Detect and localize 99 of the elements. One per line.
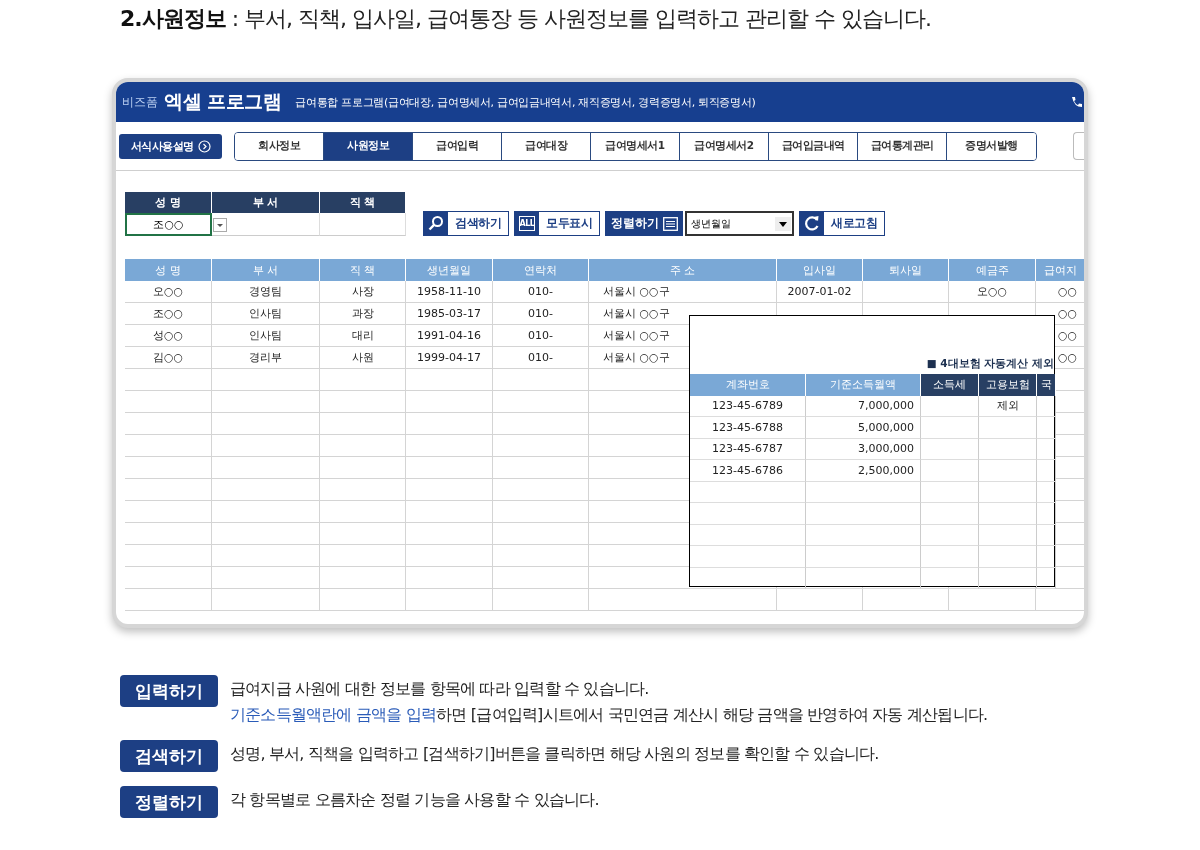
column-header: 계좌번호 — [690, 374, 806, 396]
table-cell: 조○○ — [125, 303, 212, 325]
table-cell — [921, 567, 979, 589]
table-cell: 1985-03-17 — [406, 303, 493, 325]
table-cell: 사원 — [320, 347, 406, 369]
table-cell — [921, 546, 979, 568]
table-cell: 오○○ — [125, 281, 212, 303]
table-cell: 010- — [493, 325, 589, 347]
column-header: 퇴사일 — [863, 259, 949, 281]
column-header: 연락처 — [493, 259, 589, 281]
brand-label: 비즈폼 — [122, 93, 158, 111]
show-all-button[interactable]: ALL 모두표시 — [514, 211, 600, 236]
header-cell: 직 책 — [320, 192, 406, 213]
table-cell: 경영팀 — [212, 281, 320, 303]
table-cell: 김○○ — [125, 347, 212, 369]
column-header: 입사일 — [777, 259, 863, 281]
table-cell: 오○○ — [949, 281, 1036, 303]
column-header: 직 책 — [320, 259, 406, 281]
table-cell: 123-45-6788 — [690, 417, 806, 439]
app-title: 엑셀 프로그램 — [164, 89, 282, 114]
list-icon — [663, 216, 678, 231]
table-cell: 1958-11-10 — [406, 281, 493, 303]
table-cell: 성○○ — [125, 325, 212, 347]
table-cell: 123-45-6786 — [690, 460, 806, 482]
tab[interactable]: 사원정보 — [324, 132, 413, 160]
table-cell: 3,000,000 — [806, 438, 921, 460]
column-header: 국 — [1037, 374, 1056, 396]
table-cell: 2007-01-02 — [777, 281, 863, 303]
phone-icon — [1070, 96, 1083, 108]
table-cell: 010- — [493, 281, 589, 303]
feature-label: 입력하기 — [120, 675, 218, 707]
all-icon: ALL — [515, 212, 539, 235]
table-cell: 010- — [493, 303, 589, 325]
header-cell: 부 서 — [212, 192, 320, 213]
table-cell — [921, 417, 979, 439]
description-text: 각 항목별로 오름차순 정렬 기능을 사용할 수 있습니다. — [230, 789, 599, 811]
table-cell — [921, 503, 979, 525]
table-cell — [979, 503, 1037, 525]
table-cell — [979, 481, 1037, 503]
refresh-button[interactable]: 새로고침 — [799, 211, 885, 236]
description-text: 성명, 부서, 직책을 입력하고 [검색하기]버튼을 클릭하면 해당 사원의 정보를 확인할 수 있습니다. — [230, 743, 879, 765]
search-button[interactable]: 검색하기 — [423, 211, 509, 236]
table-cell — [979, 546, 1037, 568]
position-input[interactable] — [320, 213, 406, 236]
table-cell — [979, 524, 1037, 546]
table-cell — [979, 567, 1037, 589]
table-cell — [921, 481, 979, 503]
table-cell: 1991-04-16 — [406, 325, 493, 347]
column-header: 예금주 — [949, 259, 1036, 281]
table-cell: 1999-04-17 — [406, 347, 493, 369]
table-cell — [979, 438, 1037, 460]
table-cell — [921, 524, 979, 546]
app-subtitle: 급여통합 프로그램(급여대장, 급여명세서, 급여입금내역서, 재직증명서, 경력증명서, 퇴직증명서) — [295, 94, 756, 110]
table-cell: 123-45-6789 — [690, 395, 806, 417]
column-header: 기준소득월액 — [806, 374, 921, 396]
partial-button[interactable] — [1073, 132, 1084, 160]
arrow-circle-icon — [197, 139, 211, 153]
tab[interactable]: 회사정보 — [235, 132, 324, 160]
table-cell: 인사팀 — [212, 325, 320, 347]
table-cell: 사장 — [320, 281, 406, 303]
dropdown-icon[interactable] — [213, 218, 227, 232]
sort-select[interactable]: 생년월일 — [685, 211, 794, 236]
column-header: 부 서 — [212, 259, 320, 281]
guide-button[interactable]: 서식사용설명 — [119, 133, 222, 159]
description-text: 급여지급 사원에 대한 정보를 항목에 따라 입력할 수 있습니다. — [230, 678, 650, 700]
refresh-icon — [800, 212, 824, 235]
table-cell: 7,000,000 — [806, 395, 921, 417]
section-heading: 2.사원정보 : 부서, 직책, 입사일, 급여통장 등 사원정보를 입력하고 관리할 수 있습니다. — [120, 5, 932, 33]
department-input[interactable] — [212, 213, 320, 236]
name-input[interactable]: 조○○ — [125, 213, 212, 236]
table-cell — [979, 460, 1037, 482]
sort-button[interactable]: 정렬하기 — [605, 211, 683, 236]
feature-label: 검색하기 — [120, 740, 218, 772]
table-cell — [979, 417, 1037, 439]
table-cell: 제외 — [979, 395, 1037, 417]
table-cell: ○○ — [1036, 281, 1084, 303]
table-cell: 010- — [493, 347, 589, 369]
feature-label: 정렬하기 — [120, 786, 218, 818]
column-header: 소득세 — [921, 374, 979, 396]
table-cell — [921, 460, 979, 482]
table-cell: 123-45-6787 — [690, 438, 806, 460]
description-text: 기준소득월액란에 금액을 입력하면 [급여입력]시트에서 국민연금 계산시 해당 금액을 반영하여 자동 계산됩니다. — [230, 704, 988, 726]
table-cell: 서울시 ○○구 — [589, 281, 777, 303]
column-header: 성 명 — [125, 259, 212, 281]
column-header: 급여지 — [1036, 259, 1084, 281]
table-cell: 대리 — [320, 325, 406, 347]
table-cell — [921, 438, 979, 460]
header-cell: 성 명 — [125, 192, 212, 213]
table-cell: 과장 — [320, 303, 406, 325]
table-cell: 인사팀 — [212, 303, 320, 325]
table-cell: 2,500,000 — [806, 460, 921, 482]
column-header: 생년월일 — [406, 259, 493, 281]
caret-icon — [775, 216, 791, 231]
column-header: 주 소 — [589, 259, 777, 281]
column-header: 고용보험 — [979, 374, 1037, 396]
table-cell: 5,000,000 — [806, 417, 921, 439]
search-icon — [424, 212, 448, 235]
table-cell: 경리부 — [212, 347, 320, 369]
table-cell — [921, 395, 979, 417]
